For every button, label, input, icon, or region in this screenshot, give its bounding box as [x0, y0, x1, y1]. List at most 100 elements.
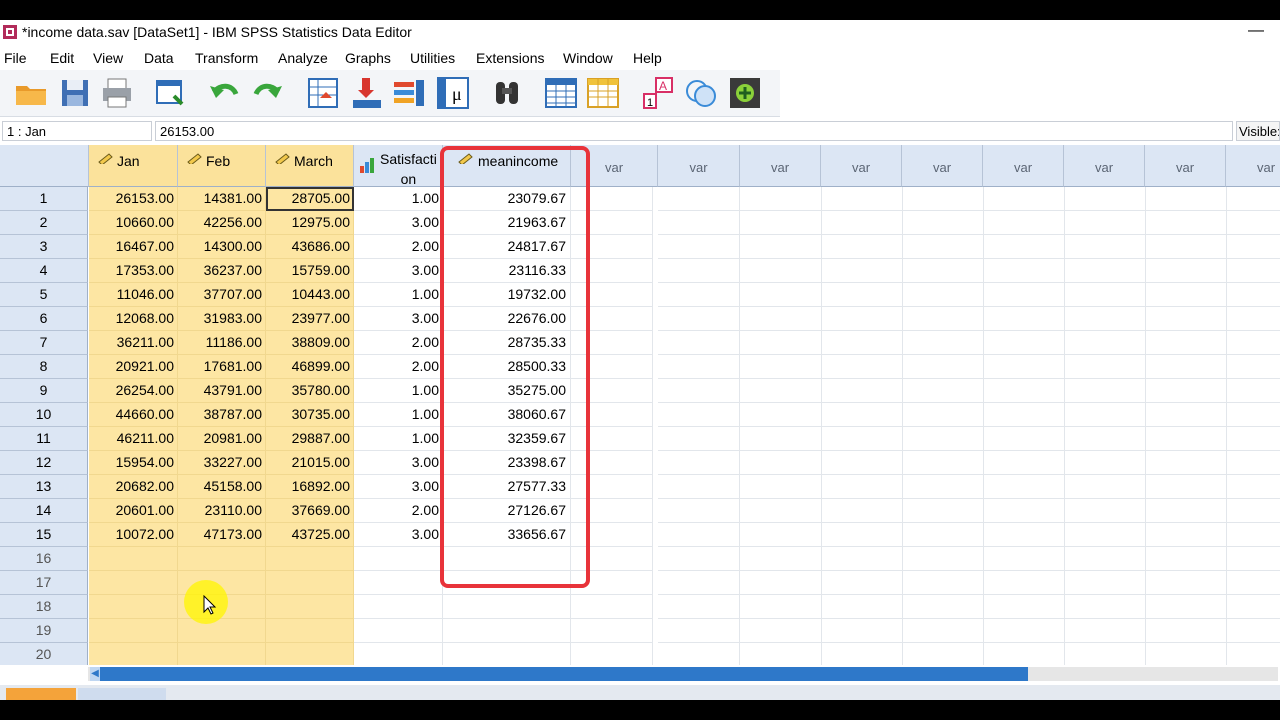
cell-empty[interactable]	[1064, 211, 1146, 235]
cell-jan[interactable]: 20601.00	[89, 499, 178, 523]
menu-utilities[interactable]: Utilities	[410, 50, 455, 66]
cell-feb[interactable]	[178, 643, 266, 665]
cell-empty[interactable]	[1226, 379, 1280, 403]
cell-empty[interactable]	[1145, 451, 1227, 475]
cell-empty[interactable]	[1145, 571, 1227, 595]
horizontal-scrollbar[interactable]: ◀	[0, 665, 1280, 685]
cell-empty[interactable]	[1064, 619, 1146, 643]
cell-empty[interactable]	[740, 595, 822, 619]
cell-empty[interactable]	[983, 547, 1065, 571]
cell-empty[interactable]	[821, 427, 903, 451]
cell-empty[interactable]	[740, 259, 822, 283]
open-folder-icon[interactable]	[14, 76, 48, 110]
cell-feb[interactable]: 31983.00	[178, 307, 266, 331]
cell-empty[interactable]	[740, 619, 822, 643]
cell-satisfaction[interactable]: 2.00	[354, 499, 443, 523]
menu-transform[interactable]: Transform	[195, 50, 258, 66]
cell-empty[interactable]	[1064, 235, 1146, 259]
cell-empty[interactable]	[902, 619, 984, 643]
cell-empty[interactable]	[1145, 259, 1227, 283]
cell-empty[interactable]	[1226, 499, 1280, 523]
cell-empty[interactable]	[740, 427, 822, 451]
cell-jan[interactable]: 26153.00	[89, 187, 178, 211]
cell-satisfaction[interactable]: 3.00	[354, 259, 443, 283]
cell-empty[interactable]	[1226, 211, 1280, 235]
cell-meanincome[interactable]	[443, 619, 571, 643]
cell-empty[interactable]	[1064, 427, 1146, 451]
cell-march[interactable]: 16892.00	[266, 475, 354, 499]
cell-empty[interactable]	[983, 307, 1065, 331]
scroll-thumb[interactable]	[100, 667, 1028, 681]
cell-empty[interactable]	[1145, 379, 1227, 403]
cell-empty[interactable]	[740, 211, 822, 235]
cell-empty[interactable]	[1064, 331, 1146, 355]
cell-jan[interactable]: 10660.00	[89, 211, 178, 235]
cell-empty[interactable]	[902, 403, 984, 427]
cell-empty[interactable]	[740, 307, 822, 331]
cell-feb[interactable]: 23110.00	[178, 499, 266, 523]
cell-empty[interactable]	[658, 523, 740, 547]
scroll-left-arrow[interactable]: ◀	[90, 667, 100, 681]
cell-empty[interactable]	[1145, 307, 1227, 331]
column-header-jan[interactable]: Jan	[89, 145, 178, 187]
cell-march[interactable]: 38809.00	[266, 331, 354, 355]
cell-empty[interactable]	[1226, 403, 1280, 427]
cell-march[interactable]	[266, 595, 354, 619]
cell-empty[interactable]	[658, 403, 740, 427]
cell-empty[interactable]	[1226, 451, 1280, 475]
cell-empty[interactable]	[821, 571, 903, 595]
variable-view-tab[interactable]	[78, 688, 166, 700]
undo-icon[interactable]	[208, 76, 242, 110]
cell-feb[interactable]: 11186.00	[178, 331, 266, 355]
value-labels-icon[interactable]	[684, 76, 718, 110]
cell-empty[interactable]	[902, 331, 984, 355]
cell-empty[interactable]	[983, 355, 1065, 379]
cell-empty[interactable]	[1226, 259, 1280, 283]
cell-empty[interactable]	[571, 643, 653, 665]
cell-satisfaction[interactable]: 3.00	[354, 523, 443, 547]
cell-empty[interactable]	[821, 547, 903, 571]
column-header-var[interactable]: var	[740, 145, 821, 187]
cell-empty[interactable]	[658, 619, 740, 643]
cell-feb[interactable]: 36237.00	[178, 259, 266, 283]
row-header[interactable]: 18	[0, 595, 88, 619]
cell-satisfaction[interactable]: 2.00	[354, 331, 443, 355]
column-header-var[interactable]: var	[983, 145, 1064, 187]
cell-empty[interactable]	[740, 379, 822, 403]
cell-empty[interactable]	[821, 595, 903, 619]
cell-feb[interactable]: 14381.00	[178, 187, 266, 211]
cell-jan[interactable]: 26254.00	[89, 379, 178, 403]
run-descriptives-icon[interactable]: μ	[436, 76, 470, 110]
column-header-var[interactable]: var	[902, 145, 983, 187]
cell-empty[interactable]	[1064, 475, 1146, 499]
cell-empty[interactable]	[902, 427, 984, 451]
cell-empty[interactable]	[1145, 235, 1227, 259]
cell-jan[interactable]: 17353.00	[89, 259, 178, 283]
cell-jan[interactable]	[89, 643, 178, 665]
cell-empty[interactable]	[740, 547, 822, 571]
row-header[interactable]: 15	[0, 523, 88, 547]
cell-empty[interactable]	[658, 475, 740, 499]
cell-empty[interactable]	[1064, 499, 1146, 523]
cell-empty[interactable]	[902, 595, 984, 619]
cell-empty[interactable]	[740, 475, 822, 499]
row-header[interactable]: 16	[0, 547, 88, 571]
cell-satisfaction[interactable]	[354, 547, 443, 571]
data-view-tab[interactable]	[6, 688, 76, 700]
cell-march[interactable]: 10443.00	[266, 283, 354, 307]
cell-empty[interactable]	[821, 211, 903, 235]
row-header[interactable]: 14	[0, 499, 88, 523]
row-header[interactable]: 7	[0, 331, 88, 355]
cell-empty[interactable]	[740, 187, 822, 211]
column-header-var[interactable]: var	[821, 145, 902, 187]
cell-empty[interactable]	[1064, 643, 1146, 665]
cell-empty[interactable]	[983, 595, 1065, 619]
cell-empty[interactable]	[1226, 187, 1280, 211]
cell-empty[interactable]	[740, 403, 822, 427]
cell-empty[interactable]	[1145, 475, 1227, 499]
cell-empty[interactable]	[1226, 547, 1280, 571]
cell-empty[interactable]	[1226, 619, 1280, 643]
row-header[interactable]: 6	[0, 307, 88, 331]
row-header[interactable]: 1	[0, 187, 88, 211]
cell-empty[interactable]	[1145, 187, 1227, 211]
